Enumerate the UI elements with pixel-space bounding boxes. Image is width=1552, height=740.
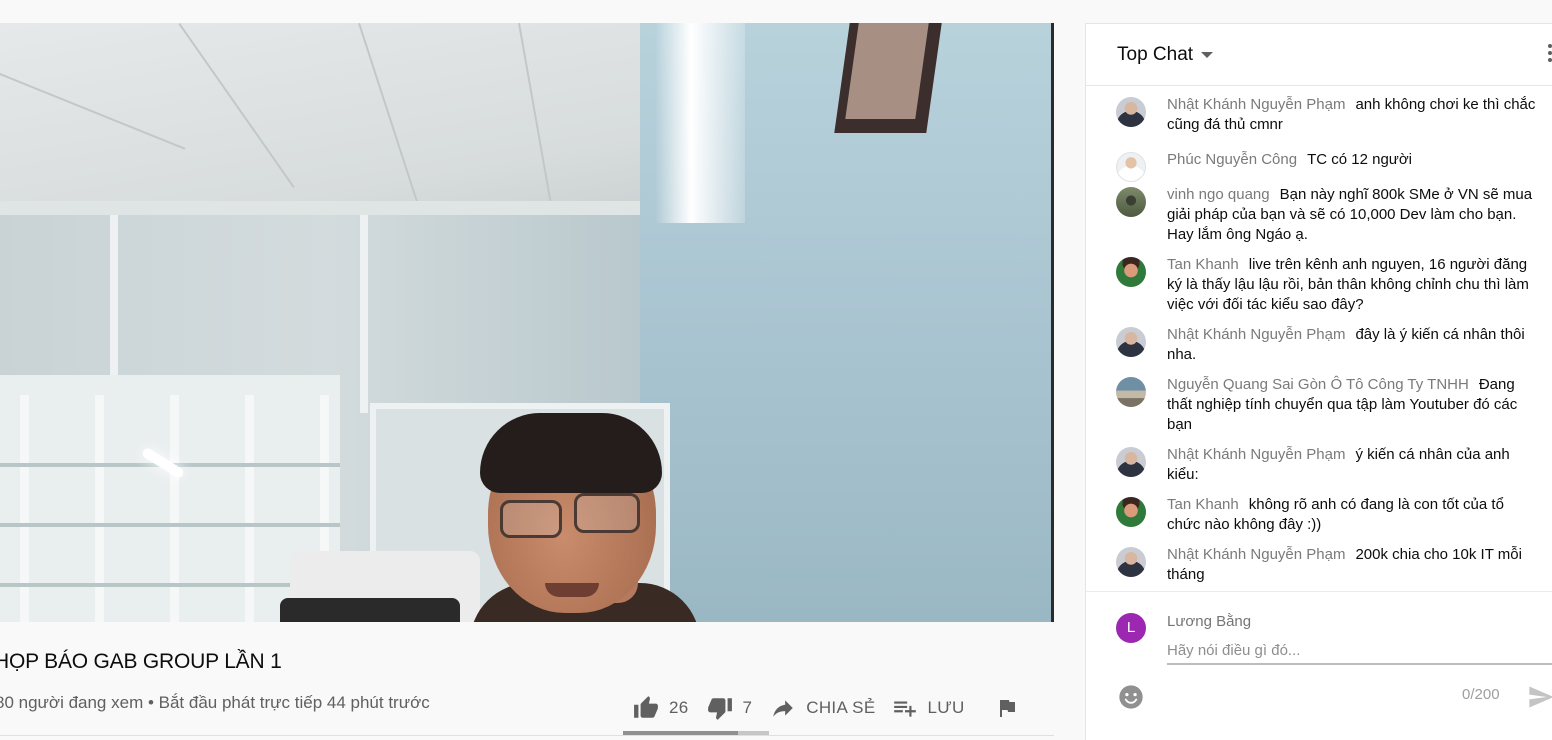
video-frame-mouth (545, 583, 599, 597)
dislike-button[interactable]: 7 (705, 695, 753, 721)
char-counter: 0/200 (1462, 686, 1500, 703)
video-player[interactable] (0, 23, 1054, 622)
more-vert-icon[interactable] (1548, 44, 1552, 66)
save-label: LƯU (927, 698, 965, 717)
send-icon (1529, 686, 1552, 708)
avatar[interactable] (1116, 497, 1146, 527)
video-title: HỌP BÁO GAB GROUP LẦN 1 (0, 650, 282, 673)
avatar[interactable] (1116, 152, 1146, 182)
video-frame-panel (360, 213, 368, 413)
send-button[interactable] (1527, 683, 1552, 716)
video-frame-glasses-right (574, 493, 640, 533)
chat-header: Top Chat (1086, 24, 1552, 86)
avatar[interactable] (1116, 327, 1146, 357)
video-frame-ceiling (0, 23, 700, 223)
avatar[interactable] (1116, 97, 1146, 127)
chat-input[interactable] (1167, 637, 1552, 665)
chat-author[interactable]: vinh ngo quang (1167, 186, 1270, 203)
chat-author[interactable]: Tan Khanh (1167, 496, 1239, 513)
chat-author[interactable]: Nguyễn Quang Sai Gòn Ô Tô Công Ty TNHH (1167, 376, 1469, 393)
video-frame-shelf-row (0, 583, 340, 587)
chat-message: Nguyễn Quang Sai Gòn Ô Tô Công Ty TNHH Đa… (1116, 375, 1536, 435)
chat-mode-label: Top Chat (1117, 44, 1194, 65)
emoji-icon (1119, 685, 1143, 709)
chat-message-list[interactable]: Nhật Khánh Nguyễn Phạm anh không chơi ke … (1086, 87, 1552, 591)
chat-message: Tan Khanh live trên kênh anh nguyen, 16 n… (1116, 255, 1536, 315)
video-border (1051, 23, 1054, 622)
video-meta: 80 người đang xem • Bắt đầu phát trực ti… (0, 693, 430, 712)
live-chat-panel: Top Chat Nhật Khánh Nguyễn Phạm anh không… (1085, 23, 1552, 740)
share-button[interactable]: CHIA SẺ (768, 695, 875, 721)
video-frame-panel (110, 213, 118, 383)
like-button[interactable]: 26 (631, 695, 689, 721)
video-frame-shelf-row (0, 523, 340, 527)
chat-author[interactable]: Nhật Khánh Nguyễn Phạm (1167, 96, 1345, 113)
video-frame-person-hair (480, 413, 662, 493)
share-label: CHIA SẺ (806, 698, 876, 717)
chat-author[interactable]: Tan Khanh (1167, 256, 1239, 273)
share-arrow-icon (773, 700, 794, 717)
chat-composer: L Lương Bằng 0/200 (1086, 591, 1552, 740)
avatar[interactable] (1116, 377, 1146, 407)
chat-author[interactable]: Nhật Khánh Nguyễn Phạm (1167, 326, 1345, 343)
video-actions: 26 7 CHIA SẺ LƯU (623, 690, 1035, 726)
video-frame-shelf-col (95, 395, 104, 622)
chat-text: TC có 12 người (1307, 151, 1413, 168)
chat-author[interactable]: Nhật Khánh Nguyễn Phạm (1167, 546, 1345, 563)
thumbs-down-icon (707, 698, 732, 720)
page: HỌP BÁO GAB GROUP LẦN 1 80 người đang xe… (0, 0, 1552, 740)
chat-author[interactable]: Phúc Nguyễn Công (1167, 151, 1297, 168)
thumbs-up-icon (634, 696, 658, 718)
video-frame-picture-inner (845, 23, 929, 119)
video-frame-cornice (0, 201, 650, 215)
chat-message: Phúc Nguyễn Công TC có 12 người (1116, 150, 1536, 182)
divider (0, 735, 1054, 736)
video-frame-chair-back (280, 598, 460, 622)
emoji-button[interactable] (1117, 683, 1145, 716)
flag-icon (999, 700, 1015, 717)
video-frame-glasses-left (500, 500, 562, 538)
chat-message: Nhật Khánh Nguyễn Phạm anh không chơi ke … (1116, 95, 1536, 135)
video-frame-shelf-col (170, 395, 179, 622)
avatar[interactable] (1116, 547, 1146, 577)
video-frame-shelf-col (245, 395, 254, 622)
chat-message: Nhật Khánh Nguyễn Phạm ý kiến cá nhân của… (1116, 445, 1536, 485)
video-frame-light (655, 23, 745, 223)
save-button[interactable]: LƯU (891, 695, 964, 721)
avatar[interactable] (1116, 447, 1146, 477)
chevron-down-icon (1201, 52, 1214, 58)
chat-message: Nhật Khánh Nguyễn Phạm 200k chia cho 10k … (1116, 545, 1536, 585)
chat-message: Nhật Khánh Nguyễn Phạm đây là ý kiến cá n… (1116, 325, 1536, 365)
chat-author[interactable]: Nhật Khánh Nguyễn Phạm (1167, 446, 1345, 463)
report-button[interactable] (995, 696, 1019, 720)
chat-message: vinh ngo quang Bạn này nghĩ 800k SMe ở VN… (1116, 185, 1536, 245)
chat-message: Tan Khanh không rõ anh có đang là con tốt… (1116, 495, 1536, 535)
like-count: 26 (669, 698, 689, 717)
dislike-count: 7 (742, 698, 753, 717)
video-frame-shelf-col (20, 395, 29, 622)
avatar[interactable] (1116, 187, 1146, 217)
chat-mode-dropdown[interactable]: Top Chat (1117, 44, 1214, 66)
avatar[interactable] (1116, 257, 1146, 287)
composer-username: Lương Bằng (1167, 613, 1252, 630)
playlist-add-icon (894, 701, 917, 717)
avatar[interactable]: L (1116, 613, 1146, 643)
